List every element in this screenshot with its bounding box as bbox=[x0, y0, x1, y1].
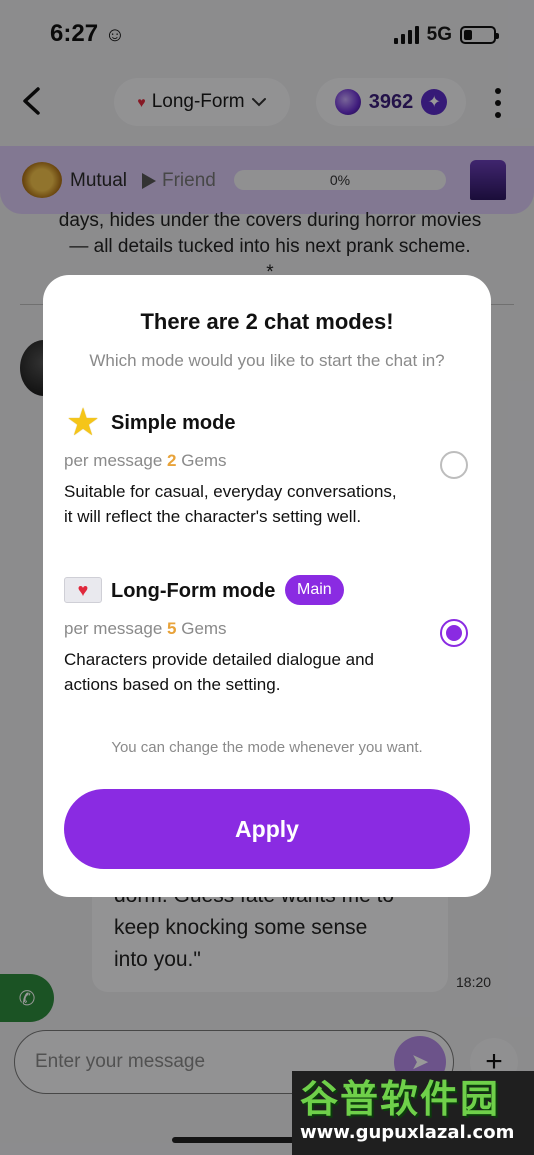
chat-mode-dialog: There are 2 chat modes! Which mode would… bbox=[43, 275, 491, 897]
dialog-subtitle: Which mode would you like to start the c… bbox=[89, 351, 445, 370]
price-simple: per message 2 Gems bbox=[64, 451, 227, 470]
watermark-brand: 谷普软件园 bbox=[300, 1077, 501, 1121]
description-long-form: Characters provide detailed dialogue and… bbox=[64, 650, 374, 694]
mode-name-long-form: Long-Form mode bbox=[111, 580, 276, 602]
description-simple: Suitable for casual, everyday conversati… bbox=[64, 482, 397, 526]
apply-button[interactable]: Apply bbox=[64, 789, 470, 869]
heart-envelope-icon: ♥ bbox=[64, 577, 102, 603]
star-icon: ★ bbox=[65, 402, 101, 444]
mode-name-simple: Simple mode bbox=[111, 412, 236, 434]
radio-simple[interactable] bbox=[440, 451, 468, 479]
watermark-url: www.gupuxlazal.com bbox=[300, 1122, 515, 1143]
dialog-title: There are 2 chat modes! bbox=[140, 309, 394, 334]
change-mode-note: You can change the mode whenever you wan… bbox=[111, 739, 423, 756]
watermark-logo: 谷普软件园 www.gupuxlazal.com bbox=[292, 1071, 534, 1155]
radio-long-form[interactable] bbox=[440, 619, 468, 647]
main-badge: Main bbox=[285, 575, 344, 605]
price-long-form: per message 5 Gems bbox=[64, 619, 227, 638]
